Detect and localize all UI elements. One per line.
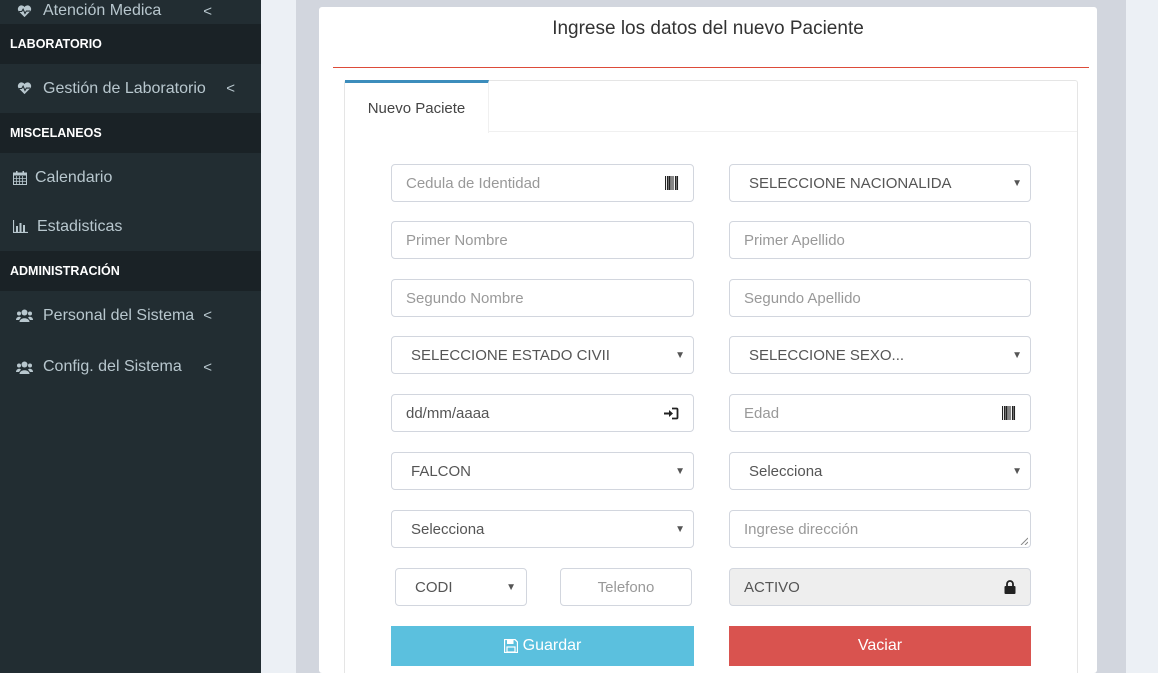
chevron-left-icon[interactable]: < <box>226 80 235 97</box>
barcode-icon <box>665 165 679 201</box>
patient-form-box: Ingrese los datos del nuevo Paciente Nue… <box>319 7 1097 673</box>
sidebar-header-laboratorio: LABORATORIO <box>0 24 261 64</box>
sign-in-icon <box>664 395 679 431</box>
estado-select[interactable]: FALCON ▼ <box>391 452 694 490</box>
sidebar-header-administracion: ADMINISTRACIÓN <box>0 251 261 291</box>
parroquia-value: Selecciona <box>411 520 485 538</box>
segundo-apellido-input[interactable]: Segundo Apellido <box>729 279 1031 317</box>
codigo-area-select[interactable]: CODI ▼ <box>395 568 527 606</box>
edad-placeholder: Edad <box>744 404 780 422</box>
sidebar-item-atencion-medica[interactable]: Atención Medica < <box>0 0 261 24</box>
tab-nuevo-paciente[interactable]: Nuevo Paciete <box>345 80 489 133</box>
chevron-left-icon[interactable]: < <box>203 307 212 324</box>
barcode-icon <box>1002 395 1016 431</box>
primer-apellido-input[interactable]: Primer Apellido <box>729 221 1031 259</box>
sidebar-item-label: Atención Medica <box>43 2 162 19</box>
primer-apellido-placeholder: Primer Apellido <box>744 231 845 249</box>
chevron-left-icon[interactable]: < <box>203 3 212 20</box>
caret-down-icon: ▼ <box>675 523 685 535</box>
caret-down-icon: ▼ <box>1012 177 1022 189</box>
edad-input[interactable]: Edad <box>729 394 1031 432</box>
sexo-select[interactable]: SELECCIONE SEXO... ▼ <box>729 336 1031 374</box>
sidebar-item-gestion-laboratorio[interactable]: Gestión de Laboratorio < <box>0 64 261 113</box>
clear-button[interactable]: Vaciar <box>729 626 1031 666</box>
cedula-input[interactable]: Cedula de Identidad <box>391 164 694 202</box>
telefono-placeholder: Telefono <box>597 578 655 596</box>
telefono-input[interactable]: Telefono <box>560 568 692 606</box>
codigo-value: CODI <box>415 578 453 596</box>
sidebar-header-miscelaneos: MISCELANEOS <box>0 113 261 153</box>
sidebar-item-label: Calendario <box>35 168 113 186</box>
title-divider <box>333 67 1089 68</box>
sidebar-item-label: Estadisticas <box>37 217 123 235</box>
lock-icon <box>1004 569 1016 605</box>
primer-nombre-input[interactable]: Primer Nombre <box>391 221 694 259</box>
save-label: Guardar <box>522 637 582 654</box>
fecha-nacimiento-input[interactable]: dd/mm/aaaa <box>391 394 694 432</box>
parroquia-select[interactable]: Selecciona ▼ <box>391 510 694 548</box>
nacionalidad-select[interactable]: SELECCIONE NACIONALIDA ▼ <box>729 164 1031 202</box>
sidebar: Atención Medica < LABORATORIO Gestión de… <box>0 0 261 673</box>
calendar-icon <box>12 170 28 185</box>
sidebar-item-label: Gestión de Laboratorio <box>43 79 206 97</box>
heartbeat-icon <box>14 4 34 18</box>
content-wrapper: Ingrese los datos del nuevo Paciente Nue… <box>296 0 1126 673</box>
estado-civil-value: SELECCIONE ESTADO CIVII <box>411 346 610 364</box>
estado-value: FALCON <box>411 462 472 480</box>
municipio-select[interactable]: Selecciona ▼ <box>729 452 1031 490</box>
estado-civil-select[interactable]: SELECCIONE ESTADO CIVII ▼ <box>391 336 694 374</box>
save-button[interactable]: Guardar <box>391 626 694 666</box>
status-value: ACTIVO <box>744 578 800 596</box>
direccion-textarea[interactable]: Ingrese dirección <box>729 510 1031 548</box>
segundo-nombre-input[interactable]: Segundo Nombre <box>391 279 694 317</box>
sidebar-item-calendario[interactable]: Calendario <box>0 153 261 202</box>
sidebar-item-label: Personal del Sistema <box>43 306 195 324</box>
sidebar-item-config[interactable]: Config. del Sistema < <box>0 340 261 394</box>
caret-down-icon: ▼ <box>506 581 516 593</box>
caret-down-icon: ▼ <box>1012 349 1022 361</box>
sidebar-item-personal[interactable]: Personal del Sistema < <box>0 291 261 340</box>
sexo-value: SELECCIONE SEXO... <box>749 346 905 364</box>
tab-panel: Nuevo Paciete Cedula de Identidad SELECC… <box>344 80 1078 673</box>
primer-nombre-placeholder: Primer Nombre <box>406 231 508 249</box>
page-title: Ingrese los datos del nuevo Paciente <box>552 18 864 39</box>
sidebar-item-label: Config. del Sistema <box>43 358 182 375</box>
tab-bar: Nuevo Paciete <box>345 80 1077 133</box>
cedula-placeholder: Cedula de Identidad <box>406 174 541 192</box>
segundo-apellido-placeholder: Segundo Apellido <box>744 289 861 307</box>
direccion-placeholder: Ingrese dirección <box>744 520 859 538</box>
chevron-left-icon[interactable]: < <box>203 359 212 376</box>
fecha-value: dd/mm/aaaa <box>406 404 490 422</box>
caret-down-icon: ▼ <box>675 349 685 361</box>
municipio-value: Selecciona <box>749 462 823 480</box>
clear-label: Vaciar <box>857 637 903 654</box>
bar-chart-icon <box>12 220 28 233</box>
caret-down-icon: ▼ <box>1012 465 1022 477</box>
users-icon <box>14 361 34 374</box>
nacionalidad-value: SELECCIONE NACIONALIDA <box>749 174 952 192</box>
sidebar-item-estadisticas[interactable]: Estadisticas <box>0 202 261 251</box>
users-icon <box>14 309 34 322</box>
caret-down-icon: ▼ <box>675 465 685 477</box>
content-area: Ingrese los datos del nuevo Paciente Nue… <box>261 0 1158 673</box>
heartbeat-icon <box>14 82 34 95</box>
segundo-nombre-placeholder: Segundo Nombre <box>406 289 524 307</box>
save-icon <box>503 639 518 653</box>
status-input: ACTIVO <box>729 568 1031 606</box>
resize-handle-icon[interactable] <box>1020 537 1028 545</box>
